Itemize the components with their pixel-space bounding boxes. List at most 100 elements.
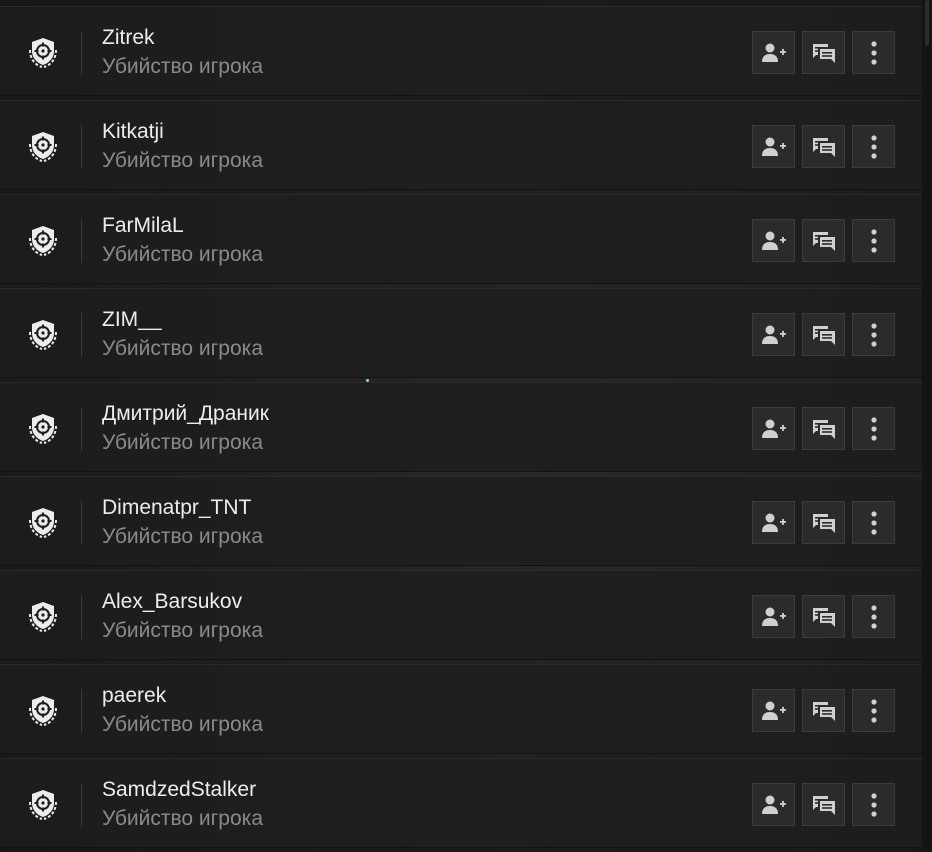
player-row[interactable]: Alex_Barsukov Убийство игрока (0, 570, 922, 660)
shield-crosshair-laurel-icon (24, 34, 62, 72)
player-row[interactable]: Zitrek Убийство игрока (0, 6, 922, 96)
player-name: Dimenatpr_TNT (102, 496, 252, 519)
player-status: Убийство игрока (102, 243, 263, 266)
player-name: SamdzedStalker (102, 778, 257, 801)
player-name: Alex_Barsukov (102, 590, 243, 613)
player-status: Убийство игрока (102, 431, 263, 454)
player-name: FarMilaL (102, 214, 184, 237)
player-row[interactable]: ZIM__ Убийство игрока (0, 288, 922, 378)
player-row[interactable]: Дмитрий_Драник Убийство игрока (0, 382, 922, 472)
row-divider (81, 313, 82, 357)
player-status: Убийство игрока (102, 713, 263, 736)
add-friend-icon (761, 230, 787, 252)
add-friend-button[interactable] (752, 407, 795, 450)
player-status: Убийство игрока (102, 55, 263, 78)
more-options-button[interactable] (852, 689, 895, 732)
player-status: Убийство игрока (102, 807, 263, 830)
message-button[interactable] (802, 219, 845, 262)
shield-crosshair-laurel-icon (24, 128, 62, 166)
shield-crosshair-laurel-icon (24, 222, 62, 260)
row-actions (752, 501, 895, 544)
player-status: Убийство игрока (102, 149, 263, 172)
add-friend-button[interactable] (752, 31, 795, 74)
row-divider (81, 595, 82, 639)
scrollbar-thumb[interactable] (925, 0, 929, 46)
row-divider (81, 689, 82, 733)
row-divider (81, 219, 82, 263)
row-divider (81, 31, 82, 75)
chat-bubbles-icon (811, 794, 837, 816)
add-friend-button[interactable] (752, 219, 795, 262)
more-vertical-icon (870, 134, 878, 160)
add-friend-button[interactable] (752, 689, 795, 732)
row-actions (752, 689, 895, 732)
row-divider (81, 407, 82, 451)
row-divider (81, 783, 82, 827)
chat-bubbles-icon (811, 512, 837, 534)
add-friend-button[interactable] (752, 595, 795, 638)
message-button[interactable] (802, 313, 845, 356)
player-row[interactable]: SamdzedStalker Убийство игрока (0, 758, 922, 848)
chat-bubbles-icon (811, 42, 837, 64)
chat-bubbles-icon (811, 324, 837, 346)
more-options-button[interactable] (852, 219, 895, 262)
more-vertical-icon (870, 40, 878, 66)
row-actions (752, 407, 895, 450)
shield-crosshair-laurel-icon (24, 786, 62, 824)
chat-bubbles-icon (811, 418, 837, 440)
add-friend-button[interactable] (752, 125, 795, 168)
message-button[interactable] (802, 689, 845, 732)
message-button[interactable] (802, 31, 845, 74)
more-options-button[interactable] (852, 783, 895, 826)
player-name: Zitrek (102, 26, 155, 49)
message-button[interactable] (802, 125, 845, 168)
shield-crosshair-laurel-icon (24, 316, 62, 354)
more-vertical-icon (870, 604, 878, 630)
player-row[interactable]: paerek Убийство игрока (0, 664, 922, 754)
more-options-button[interactable] (852, 501, 895, 544)
add-friend-button[interactable] (752, 501, 795, 544)
add-friend-button[interactable] (752, 783, 795, 826)
more-options-button[interactable] (852, 313, 895, 356)
player-name: Kitkatji (102, 120, 164, 143)
row-actions (752, 313, 895, 356)
message-button[interactable] (802, 501, 845, 544)
scrollbar[interactable] (922, 0, 932, 850)
chat-bubbles-icon (811, 700, 837, 722)
message-button[interactable] (802, 407, 845, 450)
shield-crosshair-laurel-icon (24, 598, 62, 636)
player-row[interactable]: Dimenatpr_TNT Убийство игрока (0, 476, 922, 566)
more-options-button[interactable] (852, 31, 895, 74)
add-friend-icon (761, 794, 787, 816)
more-vertical-icon (870, 228, 878, 254)
player-name: Дмитрий_Драник (102, 402, 269, 425)
row-actions (752, 595, 895, 638)
player-row[interactable]: Kitkatji Убийство игрока (0, 100, 922, 190)
chat-bubbles-icon (811, 136, 837, 158)
player-name: paerek (102, 684, 167, 707)
player-list: Zitrek Убийство игрока Kitkatji Убийство… (0, 6, 922, 852)
row-actions (752, 783, 895, 826)
shield-crosshair-laurel-icon (24, 410, 62, 448)
add-friend-icon (761, 512, 787, 534)
add-friend-icon (761, 324, 787, 346)
more-vertical-icon (870, 322, 878, 348)
more-options-button[interactable] (852, 125, 895, 168)
add-friend-icon (761, 418, 787, 440)
row-divider (81, 501, 82, 545)
message-button[interactable] (802, 783, 845, 826)
more-options-button[interactable] (852, 407, 895, 450)
cursor-dot (366, 379, 369, 382)
shield-crosshair-laurel-icon (24, 504, 62, 542)
more-options-button[interactable] (852, 595, 895, 638)
row-actions (752, 125, 895, 168)
more-vertical-icon (870, 792, 878, 818)
add-friend-icon (761, 700, 787, 722)
row-actions (752, 31, 895, 74)
add-friend-button[interactable] (752, 313, 795, 356)
player-row[interactable]: FarMilaL Убийство игрока (0, 194, 922, 284)
row-divider (81, 125, 82, 169)
player-status: Убийство игрока (102, 525, 263, 548)
message-button[interactable] (802, 595, 845, 638)
player-name: ZIM__ (102, 308, 162, 331)
